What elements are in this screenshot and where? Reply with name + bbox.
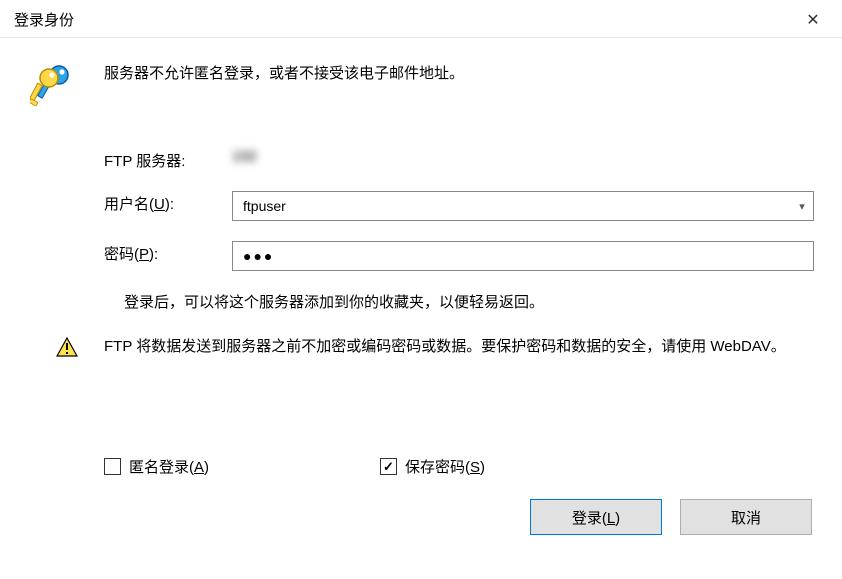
login-button[interactable]: 登录(L): [530, 499, 662, 535]
server-row: FTP 服务器: 192: [30, 148, 814, 171]
username-input[interactable]: [233, 192, 791, 220]
checkbox-box[interactable]: [104, 458, 121, 475]
warning-row: FTP 将数据发送到服务器之前不加密或编码密码或数据。要保护密码和数据的安全，请…: [30, 334, 814, 360]
titlebar: 登录身份 ✕: [0, 0, 842, 38]
checkbox-row: 匿名登录(A) ✓ 保存密码(S): [104, 456, 814, 477]
anonymous-login-label: 匿名登录(A): [129, 456, 209, 477]
dialog-body: 服务器不允许匿名登录，或者不接受该电子邮件地址。 FTP 服务器: 192 用户…: [0, 38, 842, 551]
keys-icon: [30, 62, 74, 110]
anonymous-login-checkbox[interactable]: 匿名登录(A): [104, 456, 380, 477]
warning-icon: [56, 337, 78, 357]
close-button[interactable]: ✕: [798, 10, 828, 30]
password-row: 密码(P):: [30, 241, 814, 271]
button-row: 登录(L) 取消: [30, 499, 814, 535]
cancel-button[interactable]: 取消: [680, 499, 812, 535]
password-label: 密码(P):: [104, 241, 232, 264]
save-password-label: 保存密码(S): [405, 456, 485, 477]
username-row: 用户名(U): ▾: [30, 191, 814, 221]
chevron-down-icon[interactable]: ▾: [791, 200, 813, 213]
server-value: 192: [232, 148, 257, 165]
server-label: FTP 服务器:: [104, 148, 232, 171]
username-label: 用户名(U):: [104, 191, 232, 214]
message-row: 服务器不允许匿名登录，或者不接受该电子邮件地址。: [30, 62, 814, 110]
checkbox-box[interactable]: ✓: [380, 458, 397, 475]
username-combobox[interactable]: ▾: [232, 191, 814, 221]
server-message: 服务器不允许匿名登录，或者不接受该电子邮件地址。: [104, 62, 814, 83]
warning-text: FTP 将数据发送到服务器之前不加密或编码密码或数据。要保护密码和数据的安全，请…: [104, 334, 786, 360]
dialog-title: 登录身份: [14, 9, 74, 30]
favorites-hint: 登录后，可以将这个服务器添加到你的收藏夹，以便轻易返回。: [104, 291, 814, 312]
password-input[interactable]: [232, 241, 814, 271]
save-password-checkbox[interactable]: ✓ 保存密码(S): [380, 456, 485, 477]
key-icon-col: [30, 62, 104, 110]
